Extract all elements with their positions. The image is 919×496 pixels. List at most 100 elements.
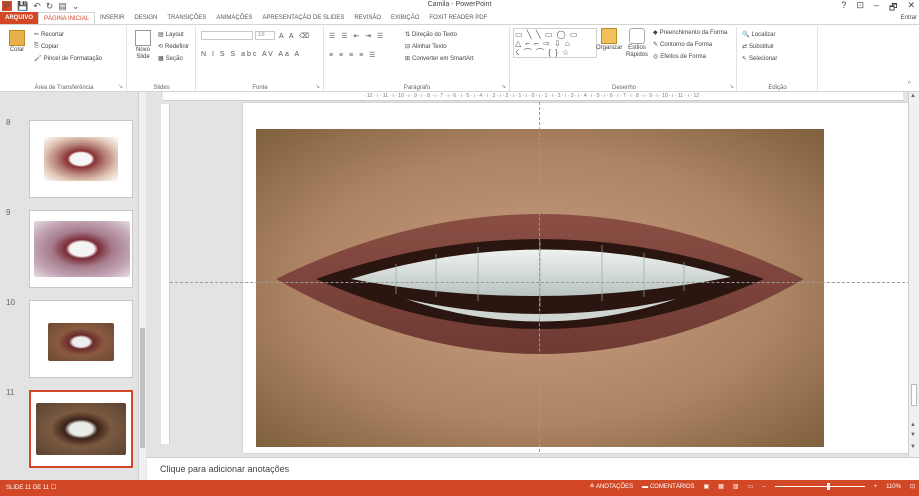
slide-number: 11: [6, 388, 15, 397]
slide-thumbnail-pane[interactable]: 8 9 10 11: [0, 92, 146, 480]
fit-slide-icon[interactable]: ⊡: [910, 483, 915, 490]
replace-label: Substituir: [749, 43, 775, 50]
slide-editor[interactable]: · 12 · ı · 11 · ı · 10 · ı · 9 · ı · 8 ·…: [147, 92, 919, 457]
cut-label: Recortar: [41, 31, 65, 38]
cut-button[interactable]: ✂ Recortar: [34, 31, 65, 39]
dialog-launcher-icon[interactable]: ↘: [118, 83, 123, 90]
smartart-label: Converter em SmartArt: [412, 55, 474, 62]
spelling-icon[interactable]: ☐: [51, 485, 56, 491]
brush-icon: 🖌: [34, 56, 42, 62]
zoom-out-icon[interactable]: –: [762, 484, 765, 490]
smile-thumbnail-image: [48, 323, 114, 361]
font-size-combo[interactable]: 18: [255, 31, 275, 40]
slide-show-view-icon[interactable]: ▭: [748, 483, 754, 490]
shapes-row[interactable]: ☇ ⌒ ⌒ { } ☆: [515, 48, 595, 57]
editor-vertical-scrollbar[interactable]: ▲ ▲ ▼ ▼: [908, 92, 919, 457]
binoculars-icon: 🔍: [742, 32, 750, 38]
notes-placeholder[interactable]: Clique para adicionar anotações: [160, 464, 289, 474]
zoom-slider-handle[interactable]: [826, 483, 830, 490]
notes-pane[interactable]: Clique para adicionar anotações: [147, 457, 919, 480]
title-bar: P 💾 ↶ ↻ ▤ ⌄ Camila - PowerPoint ? ⊡ – 🗗 …: [0, 0, 919, 12]
editor-scrollbar-thumb[interactable]: [911, 384, 917, 406]
tab-slide-show[interactable]: APRESENTAÇÃO DE SLIDES: [257, 12, 349, 24]
scissors-icon: ✂: [34, 32, 40, 38]
replace-button[interactable]: ⇄ Substituir: [742, 43, 775, 51]
comments-button[interactable]: ▬ COMENTÁRIOS: [642, 484, 694, 490]
select-button[interactable]: ↖ Selecionar: [742, 55, 777, 63]
horizontal-guide[interactable]: [170, 282, 910, 283]
thumbnail-scrollbar[interactable]: [138, 92, 146, 480]
slide-sorter-view-icon[interactable]: ▦: [718, 483, 724, 490]
zoom-slider[interactable]: [774, 483, 865, 490]
shape-outline-button[interactable]: ✎ Contorno da Forma: [653, 41, 713, 49]
vertical-guide[interactable]: [539, 102, 540, 452]
shape-effects-button[interactable]: ◎ Efeitos de Forma: [653, 53, 706, 61]
tab-home[interactable]: PÁGINA INICIAL: [38, 12, 96, 24]
slide-thumbnail[interactable]: [29, 300, 133, 378]
quick-styles-button[interactable]: Estilos Rápidos: [624, 28, 650, 59]
previous-slide-icon[interactable]: ▲: [910, 422, 916, 428]
status-bar: SLIDE 11 DE 11 ☐ ≙ ANOTAÇÕES ▬ COMENTÁRI…: [0, 480, 919, 496]
align-text-button[interactable]: ⊟ Alinhar Texto: [405, 43, 447, 51]
smile-photo[interactable]: [256, 129, 824, 447]
list-buttons[interactable]: ☰ ☰ ⇤ ⇥ ☰: [329, 32, 385, 40]
dialog-launcher-icon[interactable]: ↘: [501, 83, 506, 90]
smile-thumbnail-image: [34, 221, 130, 277]
current-slide[interactable]: [243, 103, 919, 453]
reset-button[interactable]: ⟲ Redefinir: [158, 43, 190, 51]
shape-outline-label: Contorno da Forma: [660, 41, 713, 48]
reading-view-icon[interactable]: ▥: [733, 483, 739, 490]
slide-count-text: SLIDE 11 DE 11: [6, 485, 50, 491]
section-button[interactable]: ▦ Seção: [158, 55, 183, 63]
paste-icon: [9, 30, 25, 46]
format-painter-button[interactable]: 🖌 Pincel de Formatação: [34, 55, 102, 63]
slide-number: 9: [6, 208, 11, 217]
horizontal-ruler: · 12 · ı · 11 · ı · 10 · ı · 9 · ı · 8 ·…: [163, 92, 903, 101]
next-slide-icon[interactable]: ▼: [910, 432, 916, 438]
text-direction-button[interactable]: ⇅ Direção do Texto: [405, 31, 457, 39]
zoom-level[interactable]: 110%: [886, 484, 901, 490]
quick-styles-label: Estilos Rápidos: [625, 45, 648, 58]
normal-view-icon[interactable]: ▣: [704, 483, 710, 490]
collapse-ribbon-icon[interactable]: ^: [908, 81, 911, 88]
shapes-gallery[interactable]: ▭ ╲ ╲ ▭ ◯ ▭ △ ⌐ ⌐ ⇨ ⇩ ⌂ ☇ ⌒ ⌒ { } ☆: [513, 28, 597, 58]
slide-thumbnail-selected[interactable]: [29, 390, 133, 468]
reset-label: Redefinir: [165, 43, 190, 50]
shape-fill-button[interactable]: ◆ Preenchimento da Forma: [653, 29, 727, 37]
layout-button[interactable]: ▤ Layout: [158, 31, 184, 39]
smile-photo-drawing: [256, 129, 824, 447]
paragraph-group-label: Parágrafo: [403, 85, 431, 91]
tab-design[interactable]: DESIGN: [129, 12, 162, 24]
tab-review[interactable]: REVISÃO: [349, 12, 386, 24]
tab-foxit[interactable]: FOXIT READER PDF: [424, 12, 492, 24]
tab-transitions[interactable]: TRANSIÇÕES: [162, 12, 211, 24]
find-button[interactable]: 🔍 Localizar: [742, 31, 776, 39]
slide-thumbnail[interactable]: [29, 120, 133, 198]
slide-thumbnail[interactable]: [29, 210, 133, 288]
editing-group: 🔍 Localizar ⇄ Substituir ↖ Selecionar Ediçã…: [738, 27, 818, 91]
notes-button[interactable]: ≙ ANOTAÇÕES: [590, 483, 634, 490]
align-buttons[interactable]: ≡ ≡ ≡ ≡ ☰: [329, 51, 377, 59]
new-slide-button[interactable]: Novo Slide: [132, 30, 154, 61]
convert-smartart-button[interactable]: ⊞ Converter em SmartArt: [405, 55, 474, 63]
tab-view[interactable]: EXIBIÇÃO: [386, 12, 424, 24]
tab-animations[interactable]: ANIMAÇÕES: [211, 12, 257, 24]
scroll-up-icon[interactable]: ▲: [910, 93, 916, 99]
clipboard-group-label: Área de Transferência: [34, 85, 94, 91]
zoom-in-icon[interactable]: +: [874, 484, 878, 490]
dialog-launcher-icon[interactable]: ↘: [315, 83, 320, 90]
copy-button[interactable]: ⎘ Copiar: [34, 43, 59, 50]
font-name-combo[interactable]: [201, 31, 253, 40]
sign-in-link[interactable]: Entrar: [901, 12, 917, 24]
tab-file[interactable]: ARQUIVO: [0, 12, 39, 24]
shapes-row[interactable]: ▭ ╲ ╲ ▭ ◯ ▭: [515, 30, 595, 39]
status-bar-right: ≙ ANOTAÇÕES ▬ COMENTÁRIOS ▣ ▦ ▥ ▭ – + 11…: [590, 483, 915, 490]
scroll-down-icon[interactable]: ▼: [910, 444, 916, 450]
thumbnail-scrollbar-thumb[interactable]: [140, 328, 145, 448]
tab-insert[interactable]: INSERIR: [95, 12, 129, 24]
font-size-buttons[interactable]: A A ⌫: [279, 32, 311, 40]
paste-button[interactable]: Colar: [6, 30, 28, 54]
arrange-button[interactable]: Organizar: [596, 28, 622, 52]
font-format-row[interactable]: N I S S abc AV Aa A: [201, 51, 301, 58]
shapes-row[interactable]: △ ⌐ ⌐ ⇨ ⇩ ⌂: [515, 39, 595, 48]
